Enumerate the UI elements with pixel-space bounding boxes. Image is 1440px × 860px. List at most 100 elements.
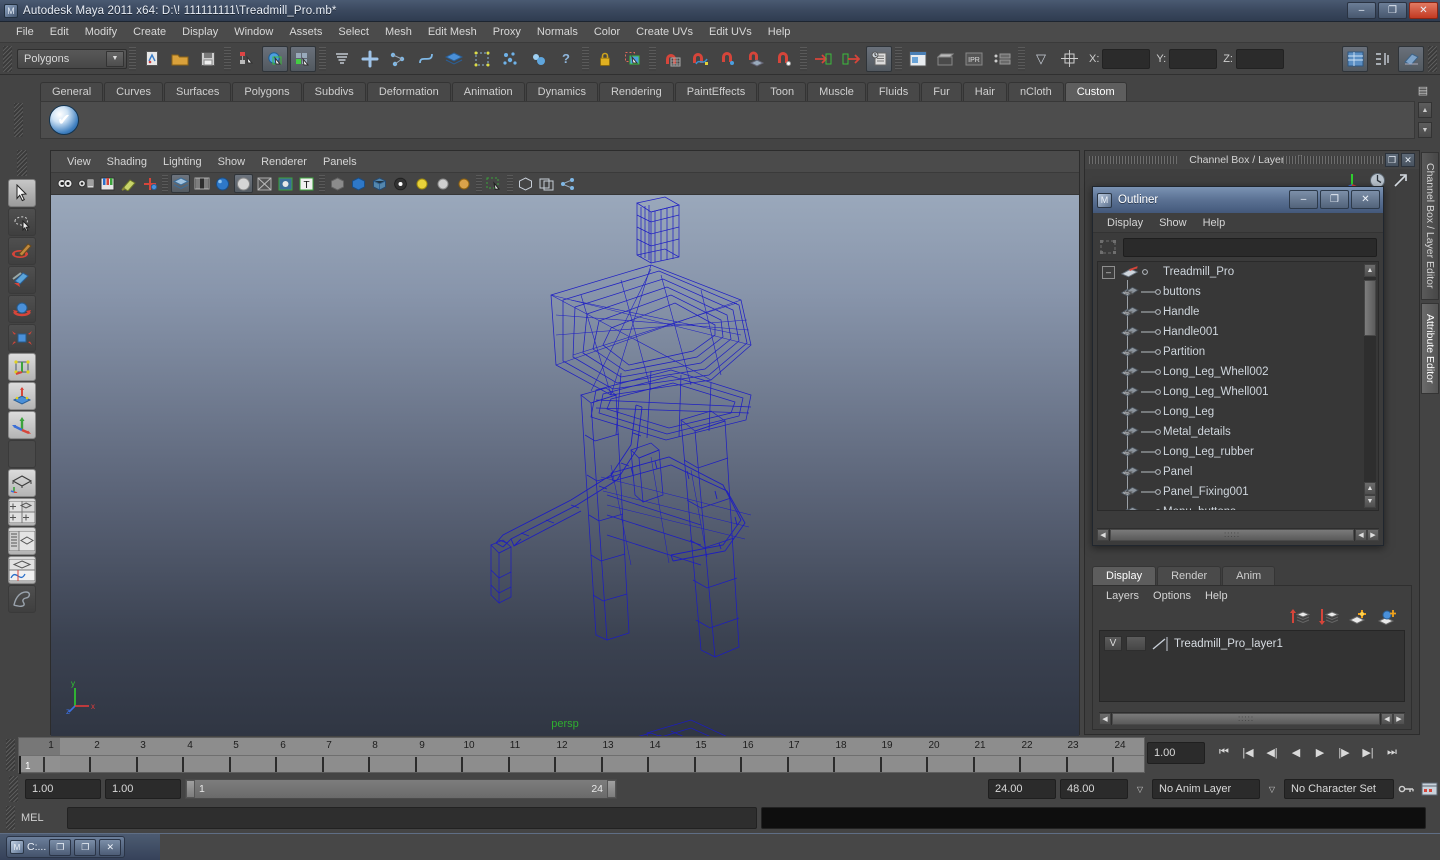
handle-mask-icon[interactable] bbox=[357, 46, 383, 72]
show-manipulator-tool[interactable] bbox=[8, 411, 36, 439]
scroll-right-icon-2[interactable]: ▶ bbox=[1367, 528, 1379, 541]
select-by-component-type-icon[interactable] bbox=[290, 45, 316, 72]
shelf-tab-polygons[interactable]: Polygons bbox=[232, 82, 302, 101]
shelf-tab-hair[interactable]: Hair bbox=[962, 82, 1007, 101]
outliner-row-menu-buttons[interactable]: Menu_buttons bbox=[1098, 502, 1378, 510]
tab-display-layers[interactable]: Display bbox=[1092, 566, 1157, 585]
range-start-field[interactable]: 1.00 bbox=[25, 779, 101, 799]
scroll-up-icon[interactable]: ▲ bbox=[1364, 264, 1376, 277]
single-object-icon[interactable] bbox=[516, 174, 535, 193]
menu-help[interactable]: Help bbox=[760, 24, 799, 40]
layer-editor-horizontal-scrollbar[interactable]: ◀ ::::: ◀ ▶ bbox=[1099, 712, 1405, 725]
light-display-icon[interactable] bbox=[276, 174, 295, 193]
all-lights-icon[interactable] bbox=[433, 174, 452, 193]
lock-icon[interactable] bbox=[592, 46, 618, 72]
outliner-row-metal-details[interactable]: Metal_details bbox=[1098, 422, 1378, 442]
viewport-menu-view[interactable]: View bbox=[59, 154, 99, 170]
shelf-scroll-controls[interactable]: ▲ ▼ bbox=[1418, 102, 1432, 138]
shelf-tab-curves[interactable]: Curves bbox=[104, 82, 163, 101]
layer-name[interactable]: Treadmill_Pro_layer1 bbox=[1174, 638, 1283, 650]
shelf-tab-dynamics[interactable]: Dynamics bbox=[525, 82, 598, 101]
two-d-pan-zoom-icon[interactable] bbox=[140, 174, 159, 193]
mel-command-input[interactable] bbox=[67, 807, 757, 829]
outliner-vertical-scrollbar[interactable]: ▲ ▲ ▼ bbox=[1364, 264, 1376, 508]
persp-graph-editor-layout[interactable] bbox=[8, 556, 36, 584]
viewport-menu-shading[interactable]: Shading bbox=[99, 154, 155, 170]
outliner-horizontal-scrollbar[interactable]: ◀ ::::: ◀ ▶ bbox=[1097, 528, 1379, 541]
render-current-frame-icon[interactable] bbox=[905, 46, 931, 72]
scroll-down-icon[interactable]: ▼ bbox=[1364, 495, 1376, 508]
range-slider-right-handle[interactable] bbox=[607, 780, 616, 798]
xray-display-icon[interactable] bbox=[328, 174, 347, 193]
layer-menu-help[interactable]: Help bbox=[1198, 588, 1235, 604]
range-slider[interactable]: 1 24 bbox=[185, 779, 617, 799]
move-tool[interactable] bbox=[8, 266, 36, 294]
pivot-icon[interactable] bbox=[1056, 46, 1082, 72]
expander-icon[interactable]: – bbox=[1102, 265, 1115, 279]
play-backwards-button[interactable]: ◀ bbox=[1285, 741, 1307, 763]
last-tool-used-slot[interactable] bbox=[8, 440, 36, 468]
toolbar-grip[interactable] bbox=[3, 45, 12, 72]
outliner-persp-layout[interactable] bbox=[8, 527, 36, 555]
dock-restore-button[interactable]: ❐ bbox=[1385, 153, 1399, 167]
layer-type-toggle[interactable] bbox=[1126, 636, 1146, 651]
single-perspective-view-layout[interactable] bbox=[8, 469, 36, 497]
shelf-tab-ncloth[interactable]: nCloth bbox=[1007, 82, 1064, 101]
shelf-tab-animation[interactable]: Animation bbox=[451, 82, 525, 101]
outliner-row-long-leg[interactable]: Long_Leg bbox=[1098, 402, 1378, 422]
go-to-start-button[interactable]: ⏮ bbox=[1213, 741, 1235, 763]
shelf-tab-custom[interactable]: Custom bbox=[1064, 82, 1127, 101]
step-forward-keyframe-button[interactable]: ▶| bbox=[1357, 741, 1379, 763]
scrollbar-thumb[interactable] bbox=[1364, 280, 1376, 336]
layer-color-swatch[interactable] bbox=[1150, 636, 1170, 651]
layer-row[interactable]: V Treadmill_Pro_layer1 bbox=[1104, 635, 1400, 652]
taskbar-close-button[interactable]: ✕ bbox=[99, 838, 122, 856]
shelf-tab-general[interactable]: General bbox=[40, 82, 104, 101]
step-forward-frame-button[interactable]: |▶ bbox=[1333, 741, 1355, 763]
coord-y-input[interactable] bbox=[1169, 48, 1218, 69]
texture-display-icon[interactable] bbox=[255, 174, 274, 193]
wireframe-sphere-icon[interactable] bbox=[234, 174, 253, 193]
soft-modification-tool[interactable] bbox=[8, 382, 36, 410]
shelf-grip[interactable] bbox=[14, 103, 23, 137]
step-back-frame-button[interactable]: ◀| bbox=[1261, 741, 1283, 763]
menu-color[interactable]: Color bbox=[586, 24, 628, 40]
rendering-mask-icon[interactable] bbox=[525, 46, 551, 72]
viewport-menu-lighting[interactable]: Lighting bbox=[155, 154, 210, 170]
animation-preferences-icon[interactable] bbox=[1418, 779, 1440, 799]
selection-mode-dropdown[interactable]: Polygons ▼ bbox=[17, 48, 127, 69]
shelf-tab-subdivs[interactable]: Subdivs bbox=[302, 82, 366, 101]
snap-to-point-icon[interactable] bbox=[715, 46, 741, 72]
range-slider-left-handle[interactable] bbox=[186, 780, 195, 798]
layer-list[interactable]: V Treadmill_Pro_layer1 bbox=[1099, 630, 1405, 702]
auto-key-icon[interactable] bbox=[1398, 779, 1414, 799]
menu-create-uvs[interactable]: Create UVs bbox=[628, 24, 701, 40]
render-sequence-icon[interactable] bbox=[933, 46, 959, 72]
dock-grip-right[interactable] bbox=[1283, 156, 1383, 164]
menu-mesh[interactable]: Mesh bbox=[377, 24, 420, 40]
minimize-button[interactable]: – bbox=[1347, 2, 1376, 19]
universal-manipulator-tool[interactable] bbox=[8, 353, 36, 381]
close-button[interactable]: ✕ bbox=[1409, 2, 1438, 19]
shadows-icon[interactable] bbox=[454, 174, 473, 193]
construction-history-icon[interactable] bbox=[866, 45, 892, 72]
anim-layer-chevron-icon[interactable]: ▽ bbox=[1264, 779, 1280, 799]
camera-attributes-icon[interactable] bbox=[77, 174, 96, 193]
shelf-scroll-up-icon[interactable]: ▲ bbox=[1418, 102, 1432, 118]
outliner-close-button[interactable]: ✕ bbox=[1351, 190, 1380, 209]
misc-mask-icon[interactable]: ? bbox=[553, 46, 579, 72]
maximize-button[interactable]: ❐ bbox=[1378, 2, 1407, 19]
selection-highlight-icon[interactable] bbox=[620, 46, 646, 72]
select-camera-icon[interactable] bbox=[56, 174, 75, 193]
output-connections-icon[interactable] bbox=[838, 46, 864, 72]
texture-border-icon[interactable]: T bbox=[297, 174, 316, 193]
create-layer-from-selected-icon[interactable] bbox=[1377, 608, 1397, 626]
viewport-menu-renderer[interactable]: Renderer bbox=[253, 154, 315, 170]
outliner-tree[interactable]: – Treadmill_Pro buttons Handle Handle001… bbox=[1097, 261, 1379, 511]
select-by-hierarchy-icon[interactable] bbox=[234, 46, 260, 72]
layer-scrollbar-trough[interactable]: ::::: bbox=[1112, 712, 1380, 725]
menu-create[interactable]: Create bbox=[125, 24, 174, 40]
playback-start-field[interactable]: 1.00 bbox=[105, 779, 181, 799]
play-forwards-button[interactable]: ▶ bbox=[1309, 741, 1331, 763]
open-scene-icon[interactable] bbox=[167, 46, 193, 72]
